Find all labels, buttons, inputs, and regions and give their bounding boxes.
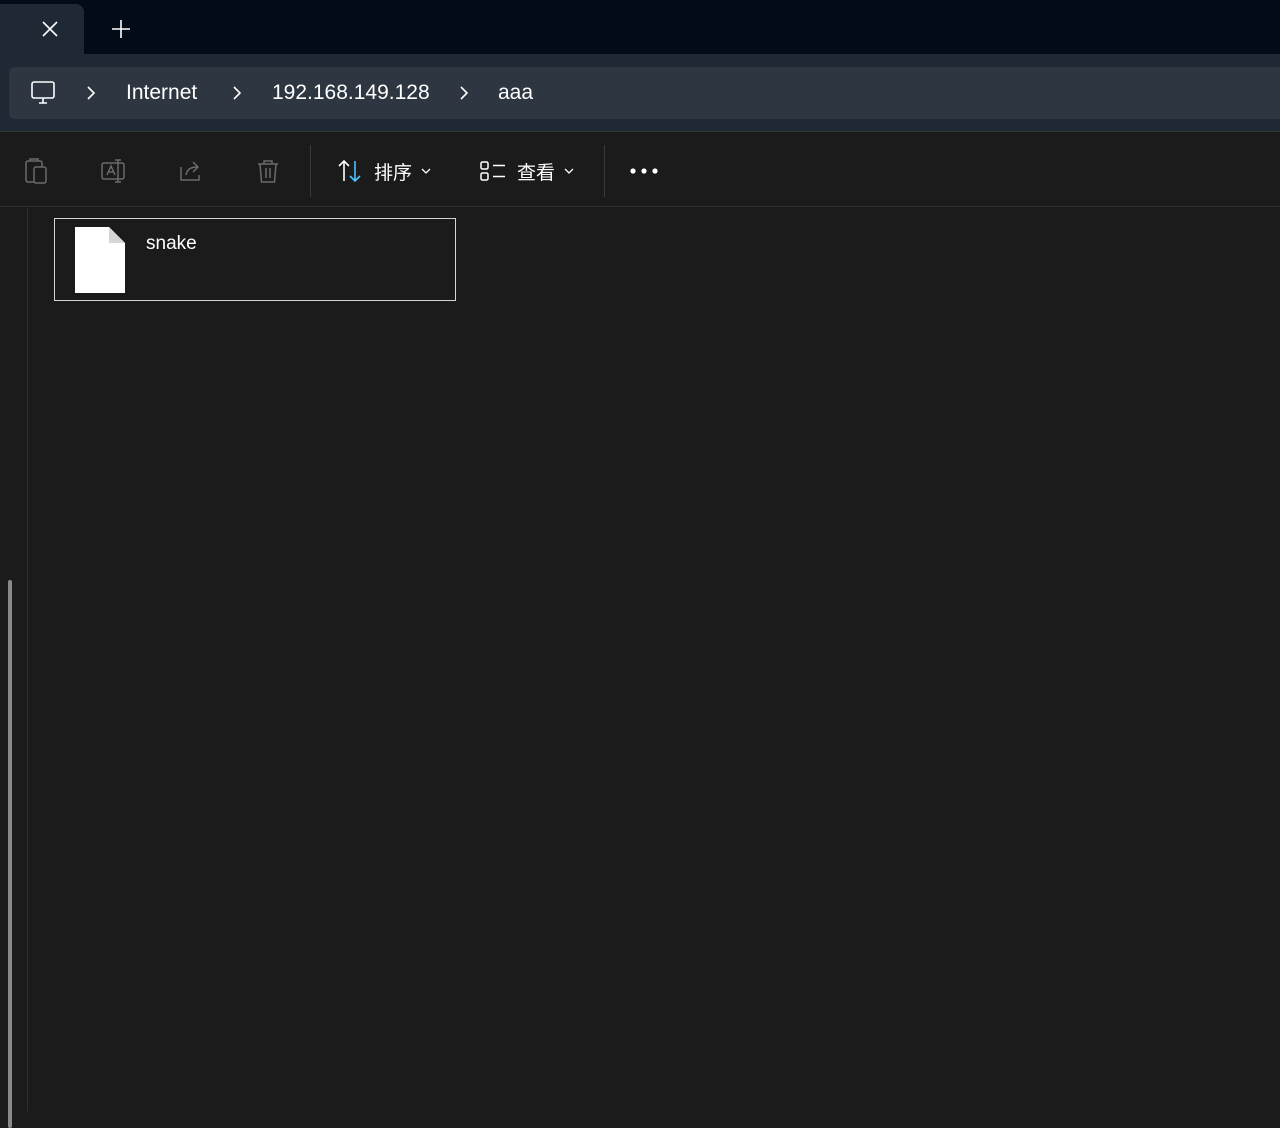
view-label: 查看 [517, 161, 556, 184]
sort-button[interactable]: 排序 [336, 151, 432, 191]
list-item[interactable]: snake [54, 218, 456, 301]
plus-icon[interactable] [108, 16, 134, 42]
computer-icon[interactable] [29, 79, 57, 107]
chevron-right-icon[interactable] [81, 83, 101, 103]
title-bar [0, 0, 1280, 54]
more-icon[interactable] [628, 161, 660, 181]
tab[interactable] [0, 4, 84, 54]
share-icon[interactable] [177, 157, 205, 185]
toolbar-separator [604, 145, 605, 197]
view-button[interactable]: 查看 [479, 151, 575, 191]
file-name: snake [146, 233, 197, 254]
breadcrumb-internet[interactable]: Internet [126, 79, 197, 107]
sort-icon [338, 159, 361, 183]
delete-icon[interactable] [254, 157, 282, 185]
address-bar[interactable]: Internet 192.168.149.128 aaa [9, 67, 1280, 119]
close-icon[interactable] [38, 17, 62, 41]
file-icon [75, 227, 125, 293]
command-bar: 排序 查看 [0, 133, 1280, 207]
chevron-down-icon [564, 168, 574, 174]
rename-icon[interactable] [100, 157, 128, 185]
paste-icon[interactable] [22, 157, 50, 185]
scrollbar[interactable] [8, 580, 12, 1128]
view-icon [480, 161, 505, 181]
chevron-down-icon [421, 168, 431, 174]
file-list[interactable]: snake [29, 208, 1280, 1111]
sort-label: 排序 [374, 161, 413, 184]
toolbar-separator [310, 145, 311, 197]
breadcrumb-folder[interactable]: aaa [498, 79, 533, 107]
address-area: Internet 192.168.149.128 aaa [0, 54, 1280, 132]
chevron-right-icon[interactable] [227, 83, 247, 103]
navigation-pane [0, 208, 28, 1128]
chevron-right-icon[interactable] [454, 83, 474, 103]
breadcrumb-host[interactable]: 192.168.149.128 [272, 79, 430, 107]
